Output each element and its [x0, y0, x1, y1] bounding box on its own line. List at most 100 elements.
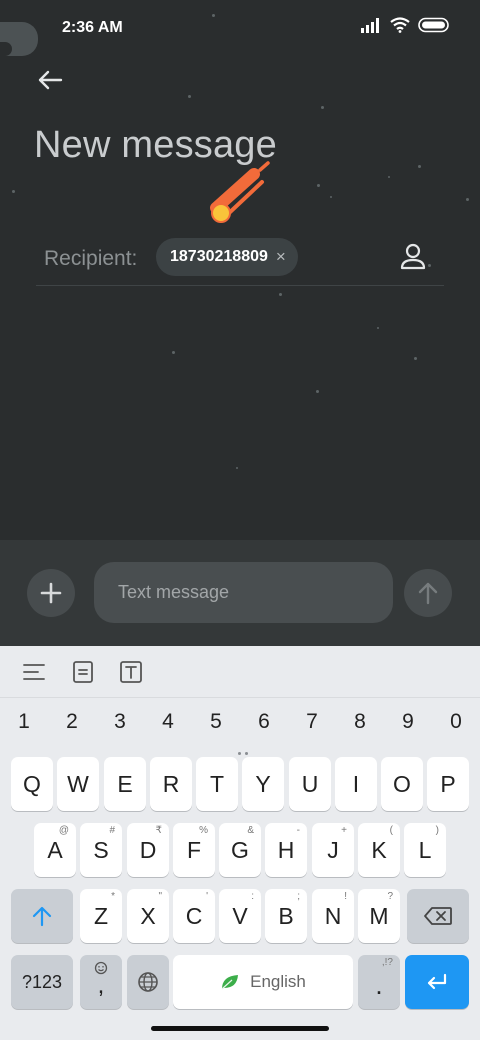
key-x[interactable]: " X: [127, 889, 169, 943]
key-hint: ,!?: [381, 957, 393, 968]
key-2[interactable]: 2: [60, 710, 84, 734]
key-hint: #: [109, 825, 115, 836]
key-g[interactable]: & G: [219, 823, 261, 877]
star-decoration: [377, 327, 379, 329]
shift-icon: [32, 906, 52, 927]
wifi-icon: [390, 17, 410, 33]
key-5[interactable]: 5: [204, 710, 228, 734]
key-1[interactable]: 1: [12, 710, 36, 734]
star-decoration: [172, 351, 175, 354]
document-icon[interactable]: [71, 660, 95, 684]
key-label: X: [140, 902, 156, 929]
contact-icon[interactable]: [398, 242, 428, 272]
key-0[interactable]: 0: [444, 710, 468, 734]
send-button[interactable]: [404, 569, 452, 617]
key-r[interactable]: R: [150, 757, 192, 811]
star-decoration: [12, 190, 15, 193]
period-key[interactable]: ,!? .: [358, 955, 400, 1009]
key-label: A: [47, 836, 63, 863]
key-hint: +: [341, 825, 347, 836]
key-b[interactable]: ; B: [265, 889, 307, 943]
key-hint: *: [111, 891, 115, 902]
backspace-key[interactable]: [407, 889, 469, 943]
key-s[interactable]: # S: [80, 823, 122, 877]
key-l[interactable]: ) L: [404, 823, 446, 877]
key-u[interactable]: U: [289, 757, 331, 811]
symbols-key[interactable]: ?123: [11, 955, 73, 1009]
gesture-nav-bar[interactable]: [151, 1026, 329, 1031]
star-decoration: [321, 106, 324, 109]
key-6[interactable]: 6: [252, 710, 276, 734]
plus-icon: [40, 582, 62, 604]
recipient-chip[interactable]: 18730218809 ×: [156, 238, 298, 276]
menu-lines-icon[interactable]: [22, 660, 46, 684]
back-button[interactable]: [32, 62, 68, 98]
star-decoration: [188, 95, 191, 98]
key-4[interactable]: 4: [156, 710, 180, 734]
star-decoration: [279, 293, 282, 296]
key-e[interactable]: E: [104, 757, 146, 811]
key-label: H: [277, 836, 295, 863]
key-c[interactable]: ' C: [173, 889, 215, 943]
key-label: K: [371, 836, 387, 863]
signal-icon: [361, 18, 379, 33]
key-i[interactable]: I: [335, 757, 377, 811]
key-o[interactable]: O: [381, 757, 423, 811]
star-decoration: [316, 390, 319, 393]
back-arrow-icon: [38, 70, 63, 90]
key-v[interactable]: :V: [219, 889, 261, 943]
key-q[interactable]: Q: [11, 757, 53, 811]
language-key[interactable]: [127, 955, 169, 1009]
app-screen: 2:36 AM New message Recipient: 187302188…: [0, 0, 480, 540]
key-label: Z: [93, 902, 109, 929]
key-n[interactable]: ! N: [312, 889, 354, 943]
recipient-row: Recipient: 18730218809 ×: [36, 236, 444, 286]
key-hint: ?: [387, 891, 393, 902]
key-a[interactable]: @ A: [34, 823, 76, 877]
chip-remove-icon[interactable]: ×: [276, 247, 286, 267]
key-hint: ': [206, 891, 208, 902]
key-9[interactable]: 9: [396, 710, 420, 734]
key-hint: ₹: [155, 825, 162, 836]
star-decoration: [236, 467, 238, 469]
key-f[interactable]: % F: [173, 823, 215, 877]
space-key[interactable]: English: [173, 955, 353, 1009]
key-y[interactable]: Y: [242, 757, 284, 811]
star-decoration: [414, 357, 417, 360]
key-z[interactable]: * Z: [80, 889, 122, 943]
meteor-icon: [210, 161, 270, 223]
comma-label: ,: [97, 972, 105, 999]
emoji-icon: [94, 961, 108, 975]
shift-key[interactable]: [11, 889, 73, 943]
message-input[interactable]: [94, 562, 393, 623]
key-label: J: [327, 836, 339, 863]
status-time: 2:36 AM: [62, 19, 123, 36]
key-t[interactable]: T: [196, 757, 238, 811]
key-h[interactable]: -H: [265, 823, 307, 877]
key-label: S: [93, 836, 109, 863]
enter-key[interactable]: [405, 955, 469, 1009]
key-8[interactable]: 8: [348, 710, 372, 734]
battery-icon: [418, 17, 449, 33]
text-box-icon[interactable]: [119, 660, 143, 684]
star-decoration: [388, 176, 390, 178]
key-k[interactable]: (K: [358, 823, 400, 877]
key-w[interactable]: W: [57, 757, 99, 811]
key-p[interactable]: P: [427, 757, 469, 811]
key-j[interactable]: + J: [312, 823, 354, 877]
key-3[interactable]: 3: [108, 710, 132, 734]
key-d[interactable]: ₹ D: [127, 823, 169, 877]
attach-button[interactable]: [27, 569, 75, 617]
key-hint: !: [344, 891, 347, 902]
key-7[interactable]: 7: [300, 710, 324, 734]
leaf-icon: [221, 975, 239, 990]
status-bar: 2:36 AM: [0, 0, 480, 56]
key-label: B: [278, 902, 294, 929]
comma-key[interactable]: ,: [80, 955, 122, 1009]
key-hint: -: [296, 825, 300, 836]
soft-keyboard: 1 2 3 4 5 6 7 8 9 0 Q W E R T Y U I O P …: [0, 646, 480, 1040]
star-decoration: [317, 184, 320, 187]
space-label: English: [250, 972, 306, 991]
key-m[interactable]: ? M: [358, 889, 400, 943]
key-hint: ): [435, 825, 439, 836]
